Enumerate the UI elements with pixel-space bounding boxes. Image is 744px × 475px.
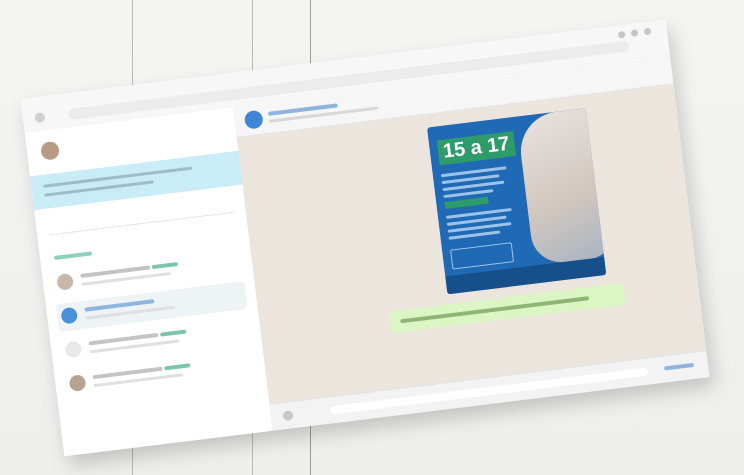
sent-message-bubble — [389, 282, 627, 334]
section-label — [53, 251, 93, 261]
chat-sidebar — [24, 106, 274, 457]
poster-info-box — [450, 242, 515, 270]
notification-banner — [29, 150, 243, 211]
chat-panel: 15 a 17 — [233, 53, 710, 431]
arm-image — [516, 108, 607, 266]
poster-badge — [444, 196, 489, 210]
search-input — [47, 199, 234, 236]
window-controls — [617, 27, 652, 39]
avatar — [243, 109, 264, 130]
campaign-poster: 15 a 17 — [427, 108, 607, 295]
emoji-icon — [282, 410, 294, 422]
avatar — [39, 140, 61, 161]
browser-icon — [34, 112, 46, 124]
photo-scene: 15 a 17 — [0, 0, 744, 475]
poster-headline: 15 a 17 — [436, 131, 516, 166]
